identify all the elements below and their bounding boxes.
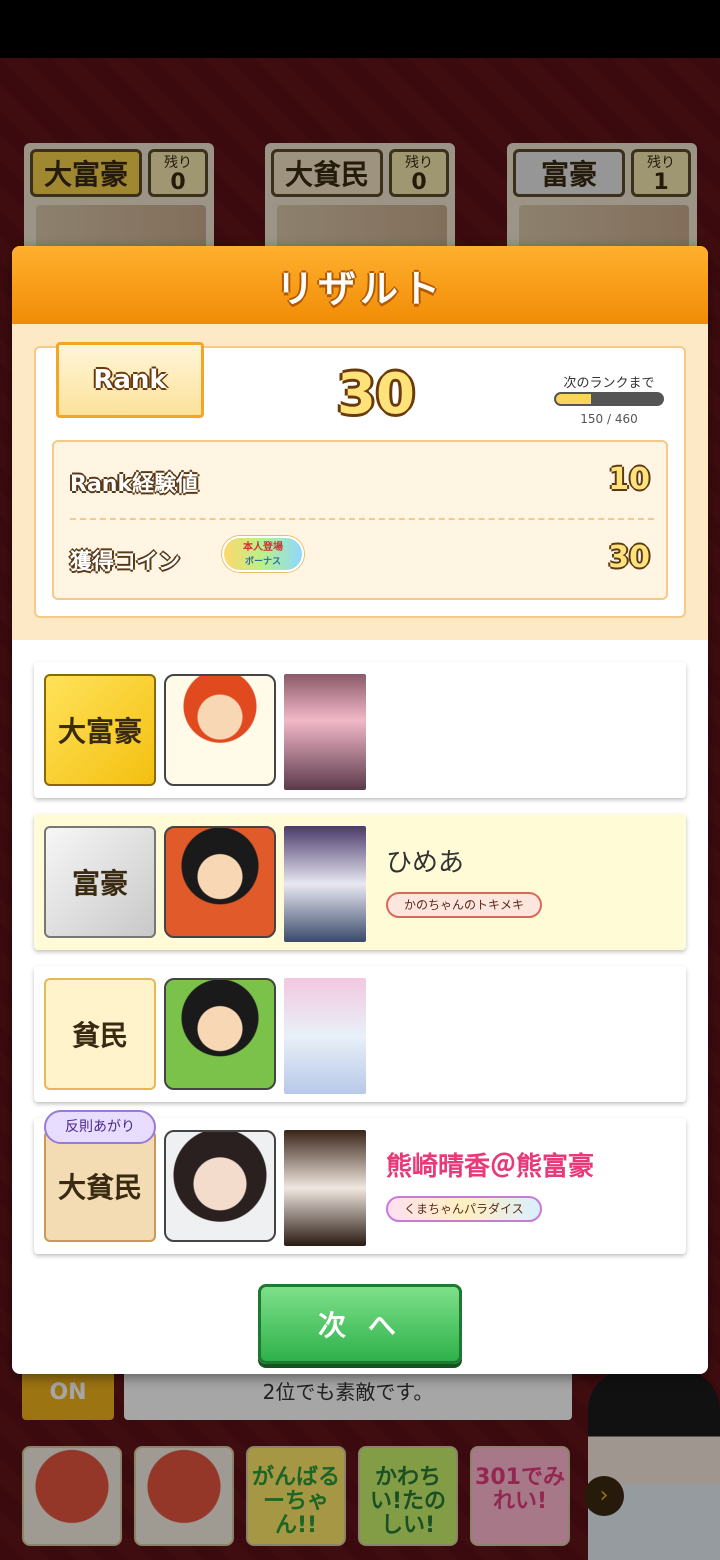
member-photo — [284, 1130, 366, 1246]
rank-progress-text: 150 / 460 — [580, 412, 638, 426]
reward-label: Rank経験値 — [70, 472, 199, 497]
reward-box: Rank経験値 10 獲得コイン 本人登場ボーナス 30 — [52, 440, 668, 600]
foul-finish-tag: 反則あがり — [44, 1110, 156, 1144]
player-rank: 貧民 — [44, 978, 156, 1090]
result-modal: リザルト Rank 30 次のランクまで 150 / 460 Rank経験値 1… — [12, 246, 708, 1374]
modal-header: リザルト — [12, 246, 708, 324]
bonus-line-2: ボーナス — [244, 557, 281, 567]
summary-area: Rank 30 次のランクまで 150 / 460 Rank経験値 10 獲得コ… — [12, 324, 708, 640]
avatar — [164, 826, 276, 938]
player-rank: 大富豪 — [44, 674, 156, 786]
avatar — [164, 1130, 276, 1242]
status-bar — [0, 0, 720, 58]
member-photo — [284, 978, 366, 1094]
player-row-2: 富豪 ひめあ かのちゃんのトキメキ — [34, 814, 686, 950]
player-rank: 大貧民 — [44, 1130, 156, 1242]
player-title-badge: かのちゃんのトキメキ — [386, 892, 543, 918]
reward-row-exp: Rank経験値 10 — [70, 456, 654, 506]
reward-value: 30 — [608, 540, 650, 575]
player-name: 熊崎晴香＠熊富豪 — [386, 1152, 595, 1182]
avatar — [164, 674, 276, 786]
reward-label: 獲得コイン — [70, 550, 181, 575]
next-rank-label: 次のランクまで — [563, 376, 655, 391]
player-row-3: 貧民 — [34, 966, 686, 1102]
bonus-line-1: 本人登場 — [243, 542, 283, 553]
rank-summary-card: Rank 30 次のランクまで 150 / 460 Rank経験値 10 獲得コ… — [34, 342, 686, 618]
reward-row-coin: 獲得コイン 本人登場ボーナス 30 — [70, 534, 654, 584]
bonus-badge: 本人登場 ボーナス — [222, 536, 304, 572]
reward-value: 10 — [608, 462, 650, 497]
rank-progress-fill — [556, 394, 591, 404]
player-row-1: 大富豪 — [34, 662, 686, 798]
avatar — [164, 978, 276, 1090]
player-row-4: 大貧民 反則あがり 熊崎晴香＠熊富豪 くまちゃんパラダイス — [34, 1110, 686, 1254]
member-photo — [284, 826, 366, 942]
member-photo — [284, 674, 366, 790]
rank-value: 30 — [337, 362, 415, 427]
divider — [70, 518, 654, 520]
player-name: ひめあ — [386, 848, 465, 878]
rank-progress-bar — [554, 392, 664, 406]
next-button[interactable]: 次 へ — [258, 1284, 462, 1364]
player-title-badge: くまちゃんパラダイス — [386, 1196, 542, 1222]
modal-title: リザルト — [275, 266, 444, 311]
player-rank: 富豪 — [44, 826, 156, 938]
rank-label: Rank — [56, 342, 204, 418]
